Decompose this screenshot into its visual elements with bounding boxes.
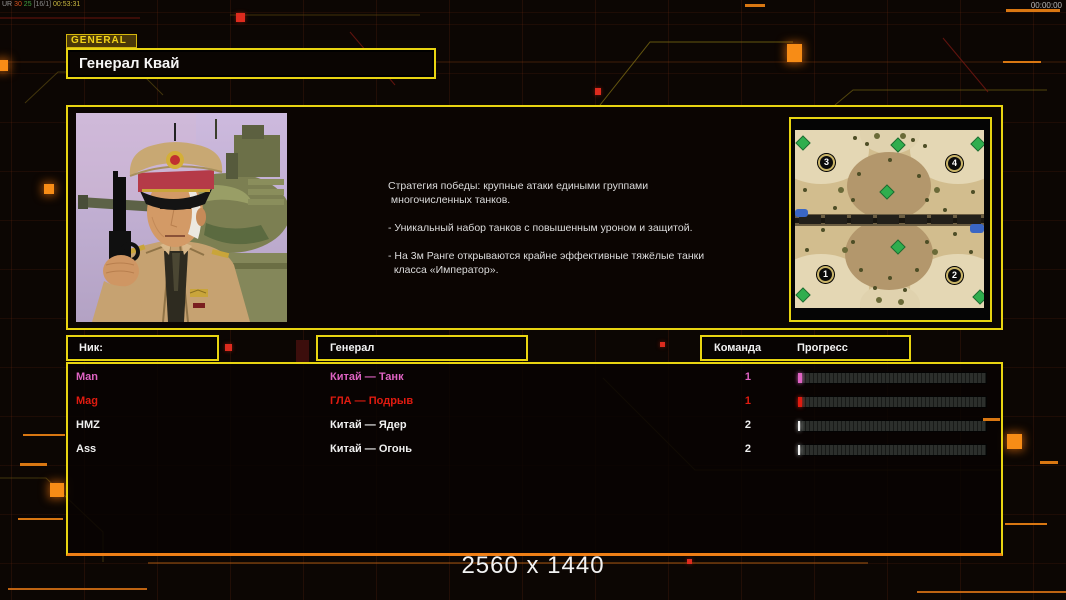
decor-square [50,483,64,497]
player-progress-fill [798,445,800,455]
player-nick: HMZ [76,419,100,431]
description-line: - Уникальный набор танков с повышенным у… [388,222,693,234]
player-general: ГЛА — Подрыв [330,395,414,407]
general-portrait-image [76,113,287,322]
debug-segment: UR [2,1,15,8]
general-column-header: Генерал [316,335,528,361]
description-line: класса «Император». [388,264,499,276]
player-team: 2 [744,443,751,455]
decor-square [787,44,802,62]
decor-dash [23,434,65,436]
player-team: 2 [744,419,751,431]
players-table: Man Китай — Танк 1 Mag ГЛА — Подрыв 1 HMZ Китай… [66,362,1003,556]
map-preview-box: 3 4 1 2 [773,114,1006,324]
decor-dash [983,418,1000,421]
description-line [388,207,723,221]
player-row: Mag ГЛА — Подрыв 1 [68,391,1001,415]
player-team: 1 [744,371,751,383]
decor-dash [18,518,63,520]
team-progress-header: Команда Прогресс [700,335,911,361]
player-progress-bar [797,396,987,408]
nick-header-label: Ник: [79,342,103,354]
player-row: Ass Китай — Огонь 2 [68,439,1001,463]
player-nick: Man [76,371,98,383]
map-start-position-1: 1 [817,266,834,283]
player-progress-fill [798,373,802,383]
description-line [388,235,723,249]
map-start-position-3: 3 [818,154,835,171]
player-progress-fill [798,421,800,431]
nick-column-header: Ник: [66,335,219,361]
player-progress-bar [797,372,987,384]
player-progress-bar [797,420,987,432]
general-tab-label: GENERAL [66,34,137,48]
progress-header-label: Прогресс [797,342,848,354]
decor-dash [1040,461,1058,464]
player-nick: Mag [76,395,98,407]
player-row: HMZ Китай — Ядер 2 [68,415,1001,439]
debug-overlay-text: UR 30 25 [16/1] 00:53:31 [2,1,80,9]
decor-square [296,340,309,362]
debug-segment: 25 [23,1,34,8]
general-tab-text: GENERAL [71,35,127,46]
player-nick: Ass [76,443,97,455]
player-general: Китай — Ядер [330,419,407,431]
description-line: Стратегия победы: крупные атаки едиными … [388,180,649,192]
player-row: Man Китай — Танк 1 [68,367,1001,391]
decor-square [595,88,601,95]
player-general: Китай — Танк [330,371,404,383]
decor-square [1007,434,1022,449]
debug-segment: [16/1] [33,1,53,8]
team-header-label: Команда [714,342,762,354]
general-info-panel: Стратегия победы: крупные атаки едиными … [66,105,1006,330]
debug-segment: 00:53:31 [53,1,81,8]
map-start-position-2: 2 [946,267,963,284]
map-preview-image: 3 4 1 2 [773,114,1006,324]
decor-dash [745,4,765,7]
game-lobby-screen: UR 30 25 [16/1] 00:53:31 00:00:00 GENERA… [0,0,1066,600]
decor-square [225,344,232,351]
general-description: Стратегия победы: крупные атаки едиными … [388,179,723,277]
match-timer: 00:00:00 [1030,1,1062,10]
player-general: Китай — Огонь [330,443,412,455]
description-line: многочисленных танков. [388,194,511,206]
debug-segment: 30 [14,1,24,8]
decor-dash [1005,523,1047,525]
decor-square [236,13,245,22]
decor-square [44,184,54,194]
decor-square [0,60,8,71]
general-title: Генерал Квай [79,55,180,72]
player-progress-fill [798,397,802,407]
general-header-label: Генерал [330,342,375,354]
player-progress-bar [797,444,987,456]
general-title-box: Генерал Квай [66,48,436,79]
resolution-label: 2560 x 1440 [461,552,605,579]
decor-square [660,342,665,347]
map-start-position-4: 4 [946,155,963,172]
decor-dash [1003,61,1041,63]
description-line: - На 3м Ранге открываются крайне эффекти… [388,250,705,262]
player-team: 1 [744,395,751,407]
decor-dash [20,463,47,466]
